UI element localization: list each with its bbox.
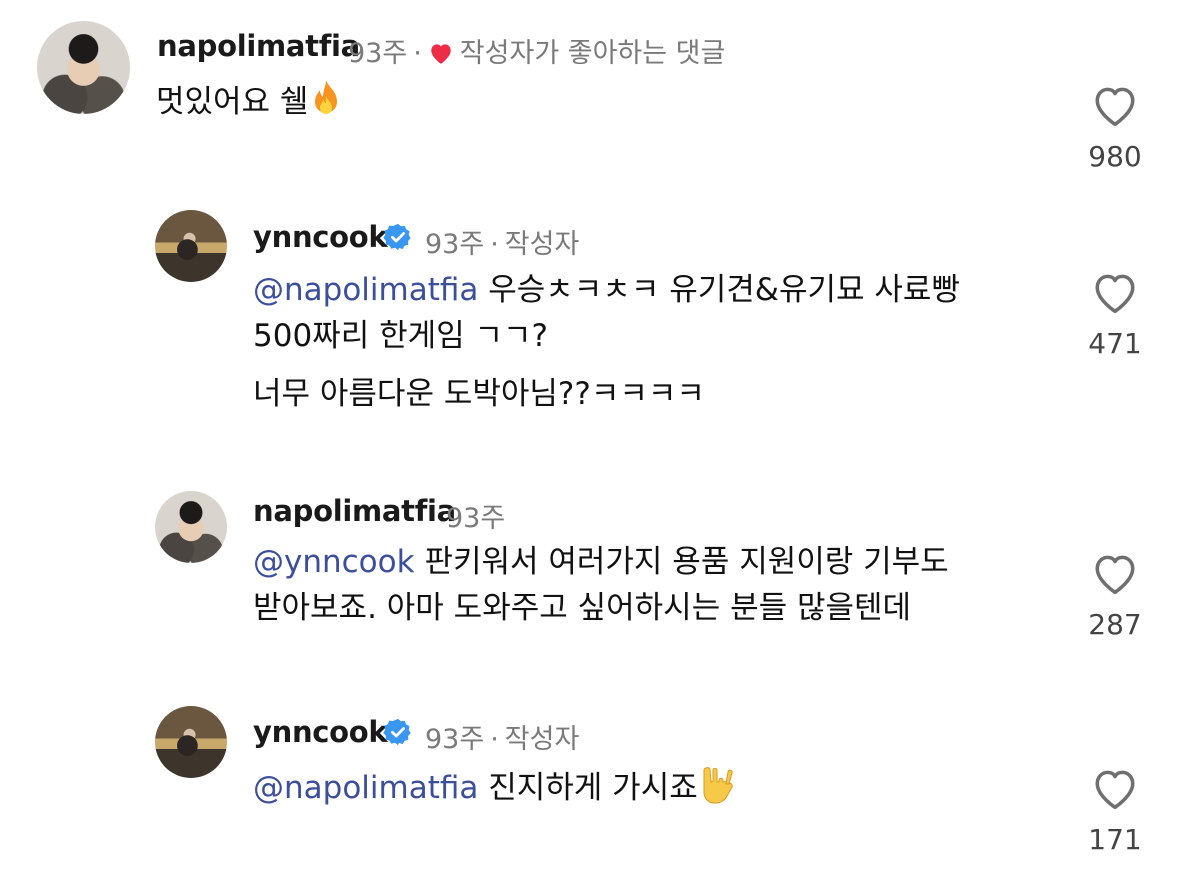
rock-hand-emoji: [703, 767, 733, 804]
heart-outline-icon[interactable]: [1090, 550, 1140, 596]
mention-link[interactable]: @ynncook: [253, 544, 415, 580]
like-count: 287: [1088, 608, 1142, 641]
comment-line: 판키워서 여러가지 용품 지원이랑 기부도: [424, 544, 949, 580]
like-count: 980: [1088, 140, 1142, 173]
timestamp: 93주: [446, 503, 506, 534]
separator-dot: ·: [413, 38, 422, 69]
username[interactable]: ynncook: [253, 220, 388, 254]
separator-dot: ·: [490, 229, 499, 260]
comment-body: 멋있어요 쉘: [156, 84, 309, 120]
username[interactable]: ynncook: [253, 715, 388, 749]
timestamp: 93주: [425, 724, 485, 755]
comment-text: @napolimatfia 우승ㅊㅋㅊㅋ 유기견&유기묘 사료빵 500짜리 한…: [253, 267, 960, 417]
avatar[interactable]: [155, 491, 227, 563]
creator-liked-badge: 작성자가 좋아하는 댓글: [459, 38, 726, 69]
author-badge: 작성자: [504, 229, 580, 260]
comment-line: 500짜리 한게임 ㄱㄱ?: [253, 318, 548, 354]
heart-filled-icon: [431, 44, 451, 64]
verified-badge-icon: [383, 718, 411, 746]
username[interactable]: napolimatfia: [253, 494, 456, 528]
mention-link[interactable]: @napolimatfia: [253, 272, 478, 308]
like-count: 471: [1088, 327, 1142, 360]
comment-meta: 93주 · 작성자: [425, 222, 579, 261]
comment-line: 받아보죠. 아마 도와주고 싶어하시는 분들 많을텐데: [253, 590, 912, 626]
avatar[interactable]: [155, 210, 227, 282]
username[interactable]: napolimatfia: [157, 29, 360, 63]
like-button[interactable]: 171: [1075, 765, 1155, 856]
separator-dot: ·: [490, 724, 499, 755]
comment-meta: 93주 · 작성자가 좋아하는 댓글: [348, 31, 725, 70]
comment-meta: 93주 · 작성자: [425, 717, 579, 756]
comment-line: 진지하게 가시죠: [488, 770, 698, 806]
timestamp: 93주: [348, 38, 408, 69]
verified-badge-icon: [383, 223, 411, 251]
comment-text: @ynncook 판키워서 여러가지 용품 지원이랑 기부도 받아보죠. 아마 …: [253, 539, 949, 631]
comment-meta: 93주: [446, 496, 505, 535]
fire-emoji: [315, 80, 338, 114]
comment-line: 너무 아름다운 도박아님??ㅋㅋㅋㅋ: [253, 376, 705, 412]
heart-outline-icon[interactable]: [1090, 269, 1140, 315]
mention-link[interactable]: @napolimatfia: [253, 770, 478, 806]
comment-text: @napolimatfia 진지하게 가시죠: [253, 762, 742, 811]
timestamp: 93주: [425, 229, 485, 260]
author-badge: 작성자: [504, 724, 580, 755]
like-button[interactable]: 287: [1075, 550, 1155, 641]
heart-outline-icon[interactable]: [1090, 765, 1140, 811]
like-count: 171: [1088, 823, 1142, 856]
comment-line: 우승ㅊㅋㅊㅋ 유기견&유기묘 사료빵: [488, 272, 960, 308]
avatar[interactable]: [37, 21, 130, 114]
like-button[interactable]: 980: [1075, 82, 1155, 173]
avatar[interactable]: [155, 706, 227, 778]
comment-text: 멋있어요 쉘: [156, 78, 344, 125]
like-button[interactable]: 471: [1075, 269, 1155, 360]
heart-outline-icon[interactable]: [1090, 82, 1140, 128]
